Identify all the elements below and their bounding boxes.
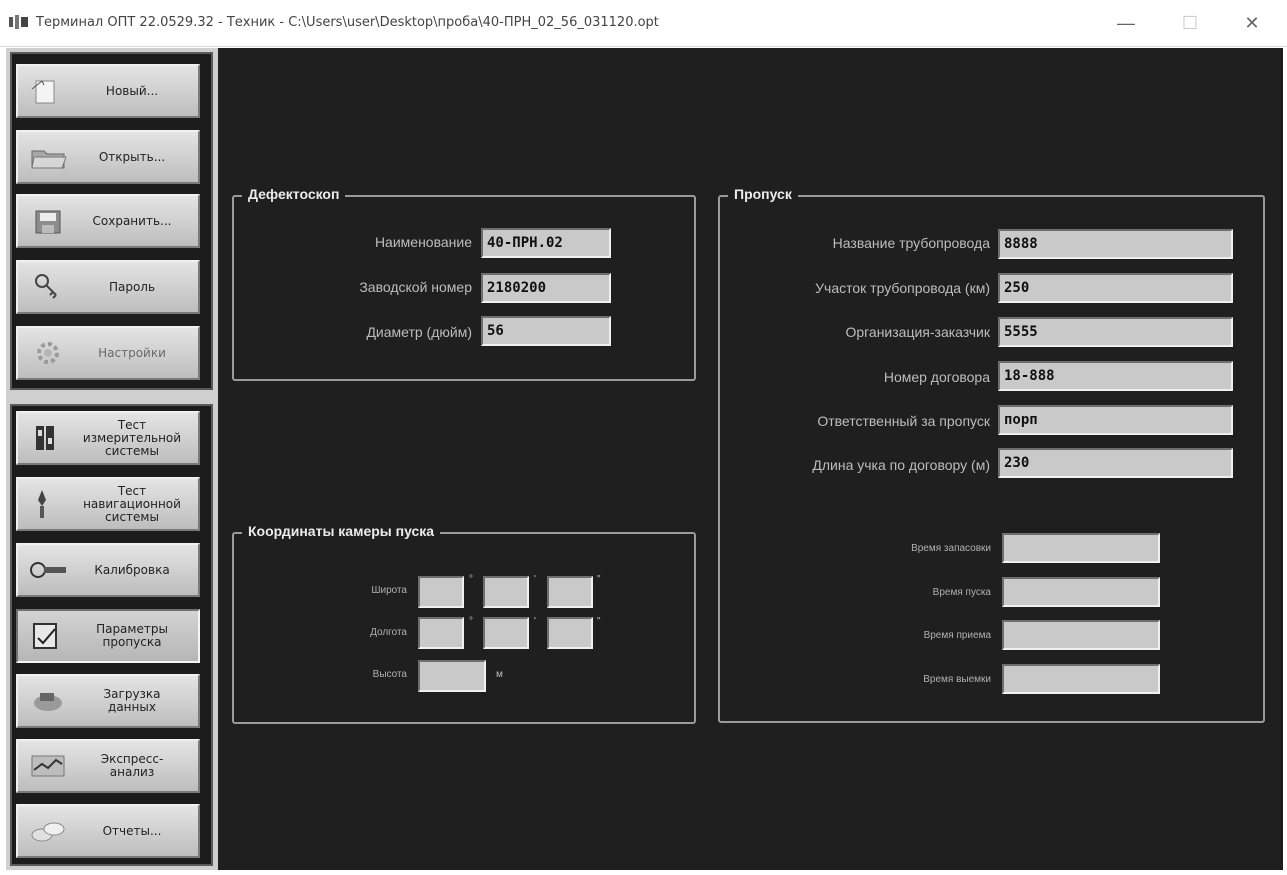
longitude-seconds-field[interactable] <box>547 617 593 649</box>
password-button[interactable]: Пароль <box>16 260 200 314</box>
longitude-minutes-field[interactable] <box>483 617 529 649</box>
navigation-test-icon <box>24 484 72 524</box>
measuring-system-test-button[interactable]: Тест измерительной системы <box>16 411 200 465</box>
launch-time-label: Время пуска <box>932 587 991 598</box>
responsible-label: Ответственный за пропуск <box>817 413 990 429</box>
pass-title: Пропуск <box>728 186 798 202</box>
password-button-label: Пароль <box>108 279 156 294</box>
altitude-field[interactable] <box>418 660 486 692</box>
latitude-degrees-field[interactable] <box>418 576 464 608</box>
new-button-label: Новый... <box>105 83 159 98</box>
open-folder-icon <box>24 137 72 177</box>
express-analysis-label: Экспресс- анализ <box>100 752 164 779</box>
reports-button[interactable]: Отчеты... <box>16 804 200 858</box>
maximize-button[interactable]: ☐ <box>1172 10 1208 36</box>
save-disk-icon <box>24 201 72 241</box>
customer-org-field[interactable]: 5555 <box>998 317 1233 347</box>
settings-button-label: Настройки <box>98 345 166 360</box>
data-load-icon <box>24 681 72 721</box>
customer-org-label: Организация-заказчик <box>845 324 990 340</box>
settings-icon <box>24 333 72 373</box>
longitude-label: Долгота <box>370 627 407 638</box>
save-button-label: Сохранить... <box>92 213 172 228</box>
keys-icon <box>24 267 72 307</box>
diameter-field[interactable]: 56 <box>481 316 611 346</box>
defectoscope-title: Дефектоскоп <box>242 186 346 202</box>
data-load-label: Загрузка данных <box>103 687 161 714</box>
pipeline-section-field[interactable]: 250 <box>998 273 1233 303</box>
altitude-label: Высота <box>372 669 407 680</box>
settings-button[interactable]: Настройки <box>16 326 200 380</box>
latitude-second-mark: " <box>597 574 601 585</box>
extract-time-label: Время выемки <box>923 674 991 685</box>
title-bar: Терминал ОПТ 22.0529.32 - Техник - C:\Us… <box>0 0 1287 47</box>
reports-button-label: Отчеты... <box>102 823 162 838</box>
window-title: Терминал ОПТ 22.0529.32 - Техник - C:\Us… <box>36 15 659 30</box>
new-file-icon <box>24 71 72 111</box>
parameters-icon <box>24 616 72 656</box>
latitude-minutes-field[interactable] <box>483 576 529 608</box>
latitude-minute-mark: ' <box>534 574 536 585</box>
section-length-label: Длина учка по договору (м) <box>812 457 990 473</box>
launch-time-field[interactable] <box>1002 577 1160 607</box>
app-logo-icon <box>9 15 28 29</box>
serial-number-label: Заводской номер <box>359 279 472 295</box>
pipeline-name-field[interactable]: 8888 <box>998 229 1233 259</box>
reports-icon <box>24 811 72 851</box>
extract-time-field[interactable] <box>1002 664 1160 694</box>
data-load-button[interactable]: Загрузка данных <box>16 674 200 728</box>
navigation-system-test-label: Тест навигационной системы <box>83 483 181 524</box>
pass-parameters-label: Параметры пропуска <box>96 622 168 649</box>
open-button[interactable]: Открыть... <box>16 130 200 184</box>
calibration-icon <box>24 550 72 590</box>
section-length-field[interactable]: 230 <box>998 448 1233 478</box>
pipeline-name-label: Название трубопровода <box>832 235 990 251</box>
express-analysis-button[interactable]: Экспресс- анализ <box>16 739 200 793</box>
latitude-seconds-field[interactable] <box>547 576 593 608</box>
receive-time-field[interactable] <box>1002 620 1160 650</box>
longitude-degree-mark: ° <box>469 616 473 627</box>
latitude-degree-mark: ° <box>469 574 473 585</box>
serial-number-field[interactable]: 2180200 <box>481 273 611 303</box>
load-time-label: Время запасовки <box>911 543 991 554</box>
contract-number-field[interactable]: 18-888 <box>998 361 1233 391</box>
device-name-label: Наименование <box>374 234 472 250</box>
latitude-label: Широта <box>371 585 407 596</box>
measure-test-icon <box>24 418 72 458</box>
measuring-system-test-label: Тест измерительной системы <box>82 417 182 458</box>
pipeline-section-label: Участок трубопровода (км) <box>815 280 990 296</box>
pass-parameters-button[interactable]: Параметры пропуска <box>16 609 200 663</box>
calibration-button-label: Калибровка <box>94 562 170 577</box>
diameter-label: Диаметр (дюйм) <box>366 324 472 340</box>
calibration-button[interactable]: Калибровка <box>16 543 200 597</box>
save-button[interactable]: Сохранить... <box>16 194 200 248</box>
launch-chamber-coordinates-group: Координаты камеры пуска <box>232 523 696 724</box>
load-time-field[interactable] <box>1002 533 1160 563</box>
minimize-button[interactable]: — <box>1108 10 1144 36</box>
new-button[interactable]: Новый... <box>16 64 200 118</box>
altitude-unit: м <box>496 669 503 680</box>
longitude-degrees-field[interactable] <box>418 617 464 649</box>
contract-number-label: Номер договора <box>883 369 990 385</box>
navigation-system-test-button[interactable]: Тест навигационной системы <box>16 477 200 531</box>
longitude-second-mark: " <box>597 616 601 627</box>
coordinates-title: Координаты камеры пуска <box>242 523 441 539</box>
device-name-field[interactable]: 40-ПРН.02 <box>481 228 611 258</box>
responsible-field[interactable]: порп <box>998 405 1233 435</box>
longitude-minute-mark: ' <box>534 616 536 627</box>
receive-time-label: Время приема <box>923 630 991 641</box>
express-analysis-icon <box>24 746 72 786</box>
close-button[interactable]: ✕ <box>1234 10 1270 36</box>
open-button-label: Открыть... <box>98 149 166 164</box>
